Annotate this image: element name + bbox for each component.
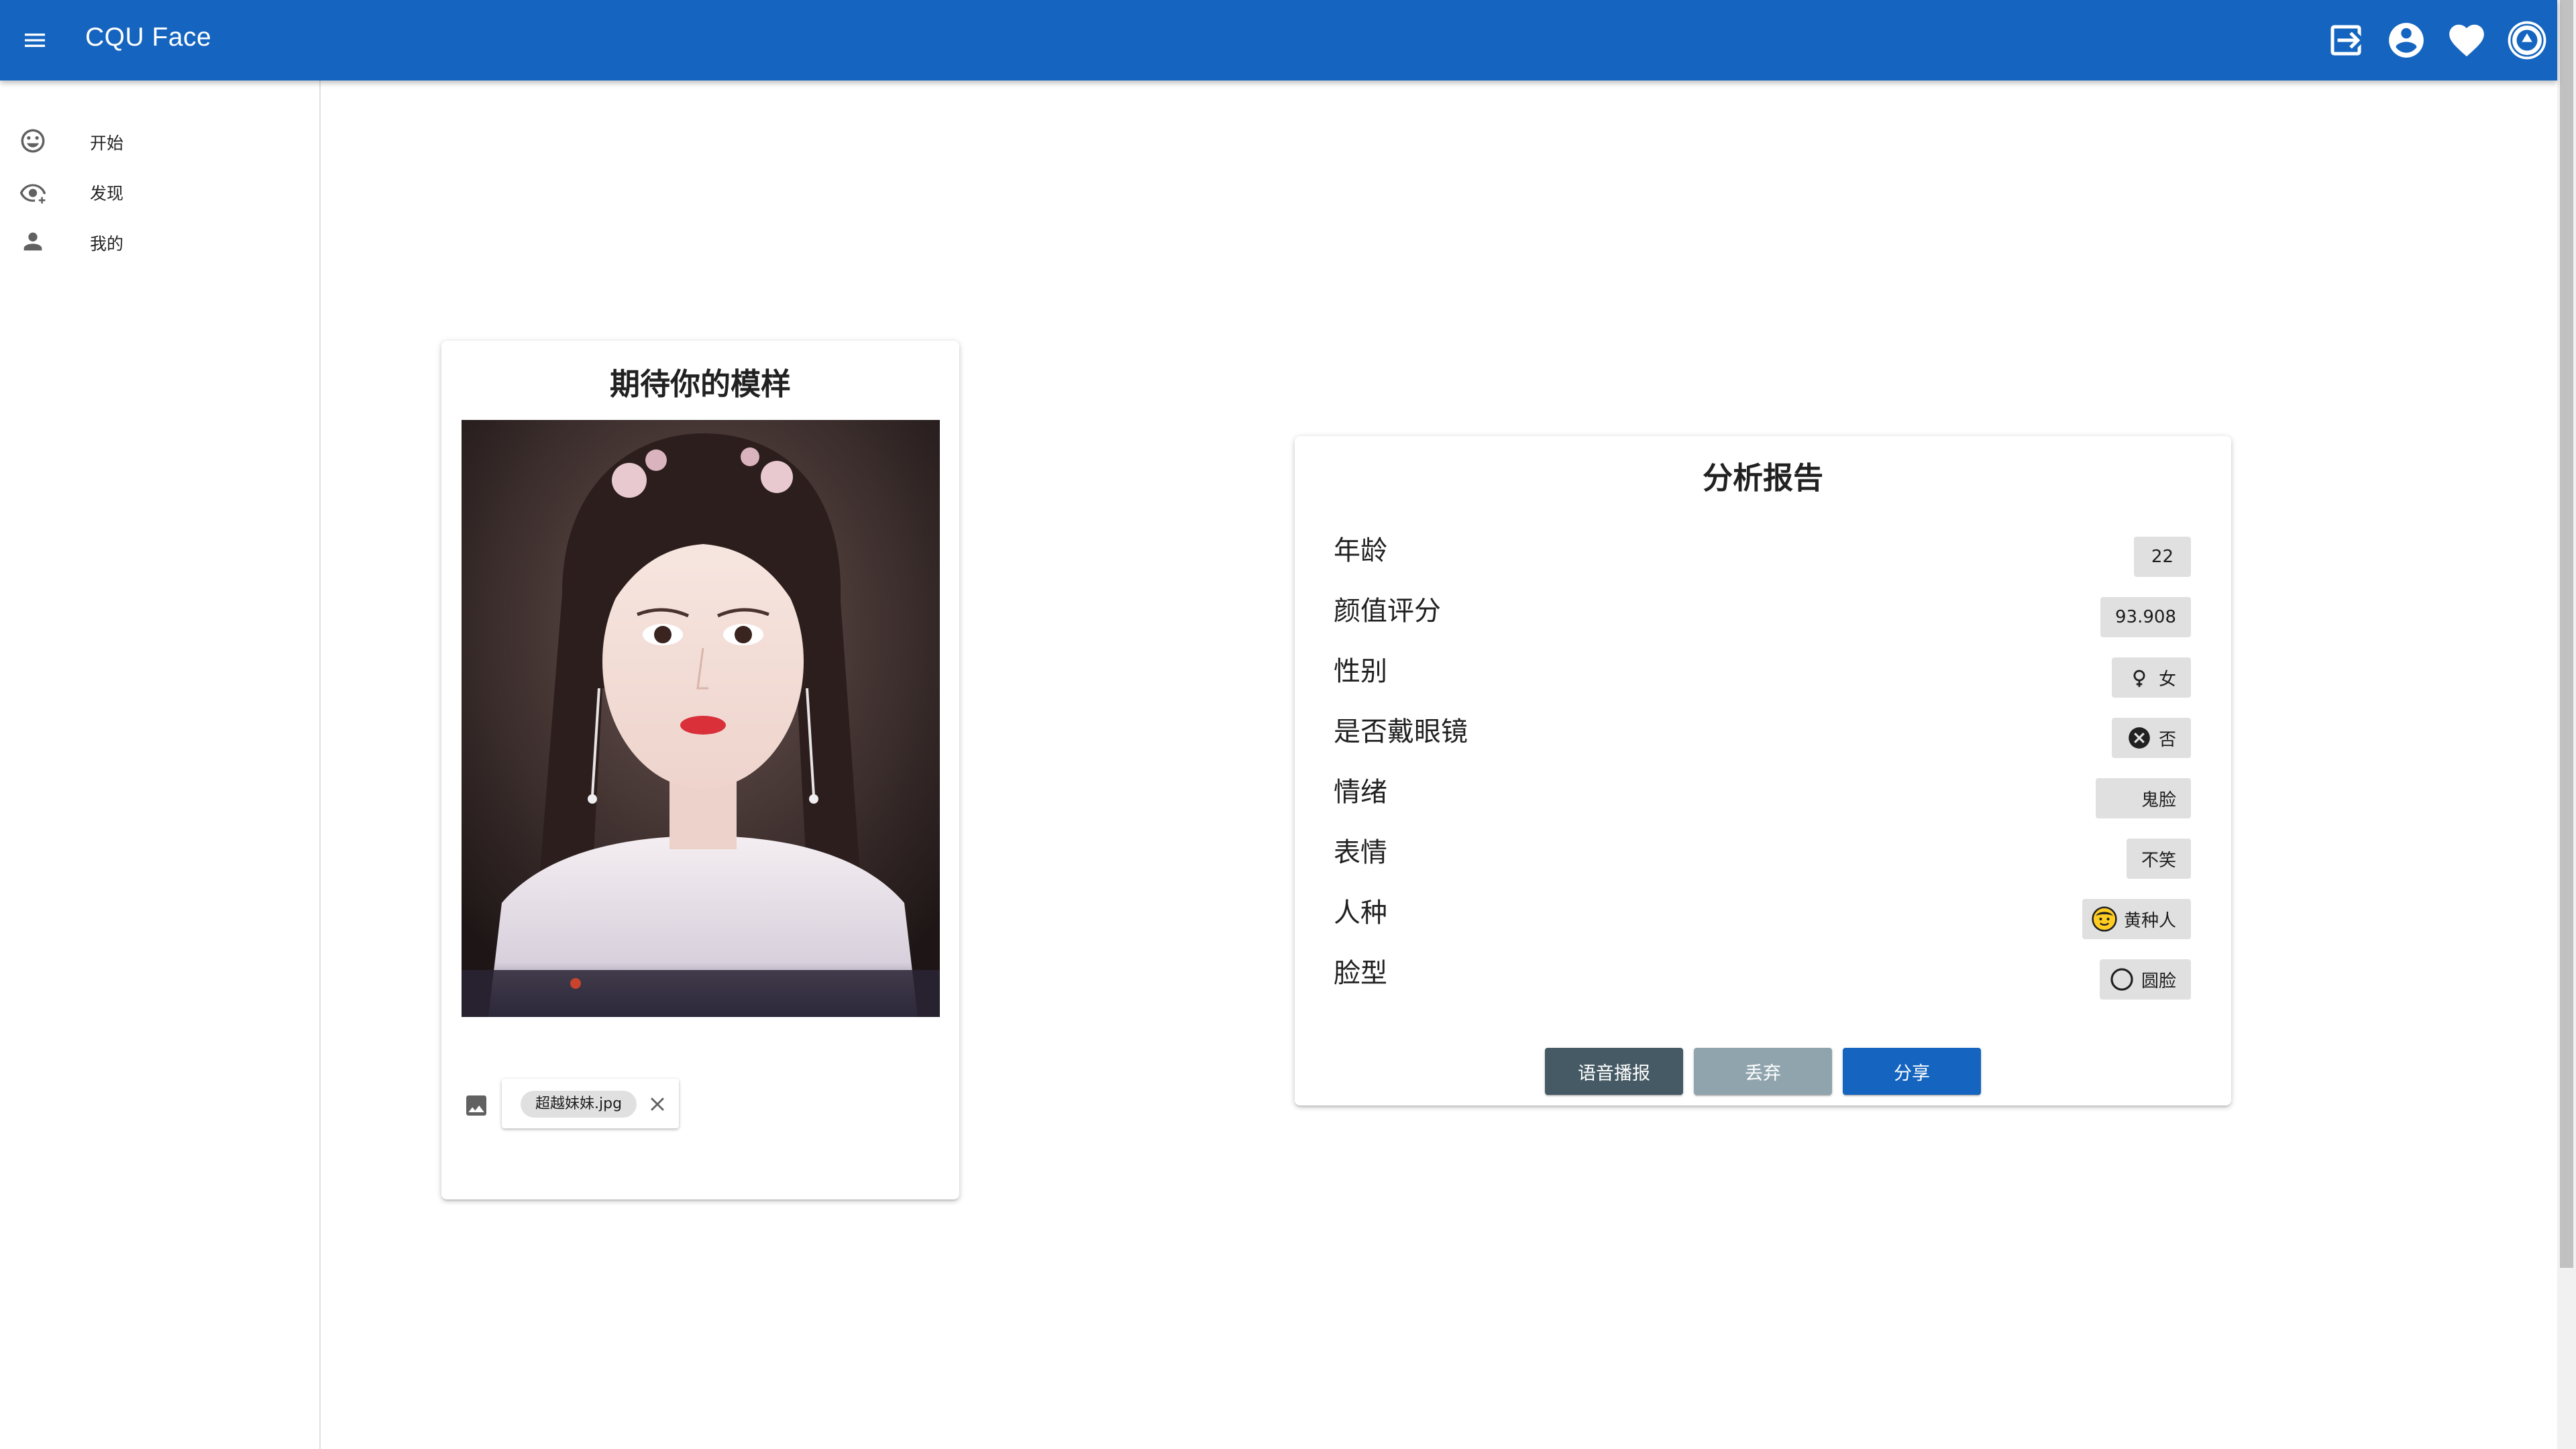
report-value: 22 xyxy=(2151,547,2174,567)
report-value-chip: 圆脸 xyxy=(2099,959,2191,1000)
file-input[interactable]: 超越妹妹.jpg xyxy=(502,1079,679,1128)
close-circle-icon xyxy=(2127,725,2152,751)
report-card: 分析报告 年龄 22 颜值评分 93.908 性别 女 是否戴眼镜 否 情绪 鬼… xyxy=(1295,436,2231,1106)
circle-outline-icon xyxy=(2109,967,2135,992)
menu-icon xyxy=(25,34,45,47)
smile-icon xyxy=(19,127,47,155)
sidebar-item-start[interactable]: 开始 xyxy=(0,115,319,165)
scrollbar-thumb[interactable] xyxy=(2560,0,2573,1268)
report-value: 黄种人 xyxy=(2123,910,2176,931)
female-icon xyxy=(2127,665,2152,690)
voice-broadcast-button[interactable]: 语音播报 xyxy=(1545,1048,1683,1095)
report-label: 脸型 xyxy=(1334,958,1387,989)
report-value: 否 xyxy=(2158,729,2176,750)
report-value: 女 xyxy=(2158,669,2176,690)
report-row-face-shape: 脸型 圆脸 xyxy=(1334,951,2191,1005)
university-logo-button[interactable] xyxy=(2497,15,2557,66)
report-row-expression: 表情 不笑 xyxy=(1334,830,2191,884)
sidebar: 开始 发现 我的 xyxy=(0,80,321,1449)
sidebar-item-discover[interactable]: 发现 xyxy=(0,166,319,215)
report-value-chip: 93.908 xyxy=(2100,597,2191,637)
report-value-chip: 不笑 xyxy=(2126,839,2191,879)
report-value-chip: 否 xyxy=(2111,718,2191,758)
logout-icon xyxy=(2330,25,2361,56)
scrollbar-track[interactable] xyxy=(2557,0,2576,1449)
report-value-chip: 黄种人 xyxy=(2082,899,2191,939)
heart-icon xyxy=(2449,24,2484,57)
report-value-chip: 鬼脸 xyxy=(2095,778,2191,818)
upload-card-title: 期待你的模样 xyxy=(609,366,791,402)
account-button[interactable] xyxy=(2376,15,2436,66)
file-name-chip: 超越妹妹.jpg xyxy=(521,1091,637,1118)
report-label: 人种 xyxy=(1334,898,1387,928)
report-row-emotion: 情绪 鬼脸 xyxy=(1334,770,2191,824)
report-row-race: 人种 黄种人 xyxy=(1334,891,2191,945)
eye-plus-icon xyxy=(19,177,47,205)
report-label: 颜值评分 xyxy=(1334,596,1441,627)
sidebar-item-label: 发现 xyxy=(90,184,124,203)
clear-file-button[interactable] xyxy=(644,1091,671,1118)
person-icon xyxy=(19,227,47,256)
report-value: 93.908 xyxy=(2115,607,2176,627)
account-circle-icon xyxy=(2389,23,2424,58)
report-row-glasses: 是否戴眼镜 否 xyxy=(1334,710,2191,763)
report-row-gender: 性别 女 xyxy=(1334,649,2191,703)
report-label: 是否戴眼镜 xyxy=(1334,716,1468,747)
report-row-beauty-score: 颜值评分 93.908 xyxy=(1334,589,2191,643)
menu-button[interactable] xyxy=(15,20,55,60)
sidebar-item-label: 我的 xyxy=(90,234,124,254)
report-value-chip: 22 xyxy=(2133,537,2191,577)
sidebar-item-mine[interactable]: 我的 xyxy=(0,216,319,266)
report-actions: 语音播报 丢弃 分享 xyxy=(1295,1048,2231,1095)
sidebar-item-label: 开始 xyxy=(90,133,124,153)
report-label: 表情 xyxy=(1334,837,1387,868)
file-input-row: 超越妹妹.jpg xyxy=(462,1079,730,1132)
app-title: CQU Face xyxy=(85,23,212,52)
report-value: 鬼脸 xyxy=(2141,790,2176,810)
upload-card: 期待你的模样 超越妹妹.jpg xyxy=(441,341,959,1199)
university-logo xyxy=(2508,21,2546,60)
report-value: 圆脸 xyxy=(2141,971,2176,991)
emoji-face-icon xyxy=(2092,906,2117,932)
report-value-chip: 女 xyxy=(2111,657,2191,698)
image-icon[interactable] xyxy=(462,1091,491,1120)
share-button[interactable]: 分享 xyxy=(1843,1048,1981,1095)
report-card-title: 分析报告 xyxy=(1702,460,1823,496)
report-row-age: 年龄 22 xyxy=(1334,529,2191,582)
uploaded-photo xyxy=(462,420,940,1017)
report-value: 不笑 xyxy=(2141,850,2176,871)
discard-button[interactable]: 丢弃 xyxy=(1694,1048,1832,1095)
favorite-button[interactable] xyxy=(2436,15,2497,66)
close-icon xyxy=(651,1097,664,1111)
appbar-actions xyxy=(2316,15,2557,66)
report-label: 年龄 xyxy=(1334,535,1387,566)
app-bar: CQU Face xyxy=(0,0,2557,80)
report-label: 情绪 xyxy=(1334,777,1387,808)
report-label: 性别 xyxy=(1334,656,1387,687)
logout-button[interactable] xyxy=(2316,15,2376,66)
